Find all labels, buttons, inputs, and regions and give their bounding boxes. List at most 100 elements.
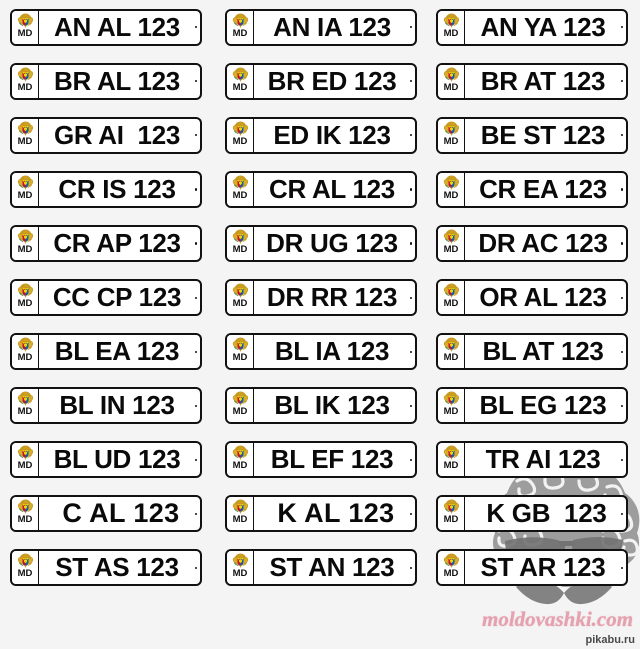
license-plate[interactable]: MD CR AP 123 <box>10 224 202 262</box>
plate-registration-dot <box>620 80 623 83</box>
plate-number-text: ST AN 123 <box>269 552 395 583</box>
license-plate[interactable]: MD BR ED 123 <box>225 62 417 100</box>
license-plate[interactable]: MD AN IA 123 <box>225 8 417 46</box>
license-plate[interactable]: MD C AL 123 <box>10 495 202 533</box>
plate-number: BE ST 123 <box>465 119 626 152</box>
plate-number-text: BE ST 123 <box>480 119 606 150</box>
license-plate[interactable]: MD CR IS 123 <box>10 170 202 208</box>
license-plate[interactable]: MD BL IA 123 <box>225 333 417 371</box>
license-plate[interactable]: MD CR AL 123 <box>225 170 417 208</box>
plate-cell: MD CR AP 123 <box>0 216 211 270</box>
plate-number-text: DR AC 123 <box>478 227 608 258</box>
license-plate[interactable]: MD AN YA 123 <box>436 8 628 46</box>
plate-registration-dot <box>409 350 412 353</box>
plate-cell: MD OR AL 123 <box>422 270 640 324</box>
license-plate[interactable]: MD DR AC 123 <box>436 224 628 262</box>
plate-country-band: MD <box>438 226 465 260</box>
plate-registration-dot <box>409 458 412 461</box>
plate-registration-dot <box>620 350 623 353</box>
license-plate[interactable]: MD BR AL 123 <box>10 62 202 100</box>
plate-cell: MD ED IK 123 <box>211 108 422 162</box>
plate-number-text: BL IA 123 <box>274 336 390 367</box>
plate-registration-dot <box>194 26 197 29</box>
license-plate[interactable]: MD TR AI 123 <box>436 441 628 479</box>
license-plate[interactable]: MD BR AT 123 <box>436 62 628 100</box>
license-plate[interactable]: MD BL AT 123 <box>436 333 628 371</box>
plate-number-text: ED IK 123 <box>273 119 391 150</box>
plate-registration-dot <box>409 566 412 570</box>
license-plate[interactable]: MD ST AN 123 <box>225 549 417 587</box>
plate-country-band: MD <box>227 335 254 369</box>
license-plate[interactable]: MD K GB 123 <box>436 495 628 533</box>
plate-number-text: ST AS 123 <box>55 552 179 583</box>
plate-country-code: MD <box>443 135 459 147</box>
plate-cell: MD BL IA 123 <box>211 325 422 379</box>
license-plate[interactable]: MD CR EA 123 <box>436 170 628 208</box>
plate-country-code: MD <box>232 135 248 147</box>
plate-cell: MD BL EG 123 <box>422 379 640 433</box>
plate-number: ST AN 123 <box>254 551 415 584</box>
plate-number-text: K GB 123 <box>479 498 607 529</box>
plate-country-code: MD <box>17 298 33 310</box>
license-plate[interactable]: MD BL EG 123 <box>436 387 628 425</box>
license-plate[interactable]: MD BL IK 123 <box>225 387 417 425</box>
plate-number: AN IA 123 <box>254 11 415 44</box>
plate-number: AN YA 123 <box>465 11 626 44</box>
plate-registration-dot <box>409 80 412 83</box>
license-plate[interactable]: MD OR AL 123 <box>436 279 628 317</box>
plate-number-text: GR AI 123 <box>53 119 181 150</box>
plate-number: BL EA 123 <box>39 335 200 368</box>
plate-number: BR AL 123 <box>39 65 200 98</box>
plate-country-band: MD <box>438 335 465 369</box>
license-plate[interactable]: MD BE ST 123 <box>436 116 628 154</box>
license-plate[interactable]: MD GR AI 123 <box>10 116 202 154</box>
license-plate[interactable]: MD ST AS 123 <box>10 549 202 587</box>
license-plate[interactable]: MD BL EF 123 <box>225 441 417 479</box>
plate-country-band: MD <box>438 497 465 531</box>
plate-number-text: BL EA 123 <box>54 336 180 367</box>
plate-registration-dot <box>409 512 412 516</box>
plate-sheet: MD AN AL 123 MD AN IA 123 MD AN YA 123 M… <box>0 0 640 649</box>
plate-number: CR EA 123 <box>465 173 626 206</box>
license-plate[interactable]: MD DR UG 123 <box>225 224 417 262</box>
license-plate[interactable]: MD DR RR 123 <box>225 279 417 317</box>
moldova-coat-of-arms-icon <box>442 65 460 84</box>
plate-country-band: MD <box>12 497 39 531</box>
plate-number-text: BR ED 123 <box>267 65 397 96</box>
plate-registration-dot <box>409 242 412 245</box>
plate-cell: MD GR AI 123 <box>0 108 211 162</box>
plate-number: CC CP 123 <box>39 281 200 314</box>
plate-country-code: MD <box>232 243 248 255</box>
plate-number-text: CR AL 123 <box>269 173 395 204</box>
plate-registration-dot <box>620 458 623 461</box>
plate-number-text: AN IA 123 <box>273 11 391 42</box>
moldova-coat-of-arms-icon <box>442 11 460 30</box>
license-plate[interactable]: MD BL UD 123 <box>10 441 202 479</box>
moldova-coat-of-arms-icon <box>231 65 249 84</box>
plate-country-code: MD <box>17 243 33 255</box>
license-plate[interactable]: MD BL IN 123 <box>10 387 202 425</box>
license-plate[interactable]: MD CC CP 123 <box>10 279 202 317</box>
plate-number: AN AL 123 <box>39 11 200 44</box>
plate-number-text: ST AR 123 <box>480 552 606 583</box>
plate-cell: MD CR AL 123 <box>211 162 422 216</box>
plate-number: C AL 123 <box>39 497 200 530</box>
license-plate[interactable]: MD K AL 123 <box>225 495 417 533</box>
plate-country-band: MD <box>438 281 465 315</box>
plate-country-code: MD <box>443 406 459 418</box>
license-plate[interactable]: MD AN AL 123 <box>10 8 202 46</box>
license-plate[interactable]: MD BL EA 123 <box>10 333 202 371</box>
plate-number: BL IA 123 <box>254 335 415 368</box>
plate-cell: MD BR AL 123 <box>0 54 211 108</box>
plate-registration-dot <box>620 566 623 570</box>
plate-country-code: MD <box>232 189 248 201</box>
plate-cell: MD BL EF 123 <box>211 433 422 487</box>
plate-country-band: MD <box>227 551 254 585</box>
license-plate[interactable]: MD ST AR 123 <box>436 549 628 587</box>
plate-number: BL EG 123 <box>465 389 626 422</box>
plate-country-code: MD <box>443 243 459 255</box>
plate-number-text: BL IK 123 <box>274 390 390 421</box>
plate-cell: MD BL IK 123 <box>211 379 422 433</box>
plate-country-code: MD <box>232 568 248 580</box>
license-plate[interactable]: MD ED IK 123 <box>225 116 417 154</box>
